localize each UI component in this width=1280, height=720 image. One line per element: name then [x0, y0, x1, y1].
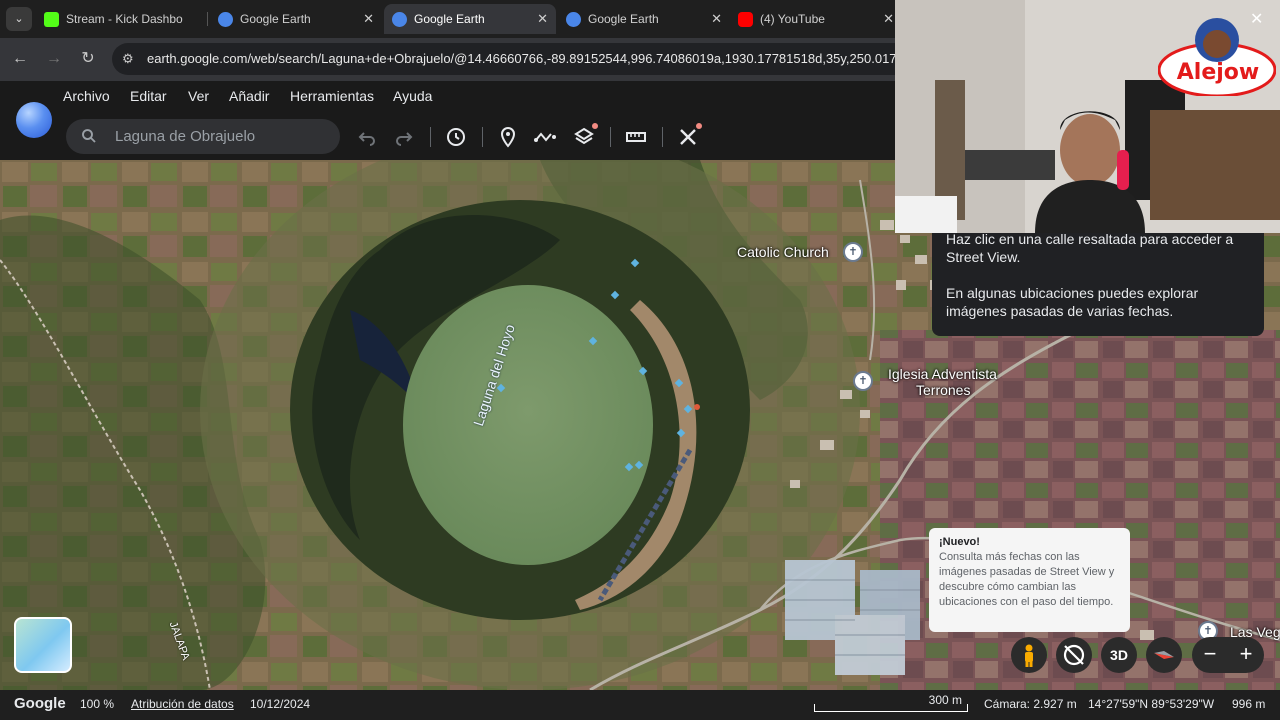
google-wordmark: Google — [14, 695, 66, 712]
toolbar-divider — [610, 127, 611, 147]
layers-icon[interactable] — [572, 125, 596, 149]
tab-title: Google Earth — [588, 12, 659, 26]
google-earth-logo-icon[interactable] — [16, 102, 52, 138]
url-text: earth.google.com/web/search/Laguna+de+Ob… — [147, 51, 904, 66]
elevation: 996 m — [1232, 697, 1266, 711]
disable-tilt-icon[interactable] — [1056, 637, 1092, 673]
tab-close-icon[interactable]: ✕ — [537, 4, 548, 34]
browser-tab[interactable]: Google Earth ✕ — [558, 4, 730, 34]
youtube-icon — [738, 12, 753, 27]
reload-icon[interactable]: ↻ — [77, 48, 99, 70]
scale-label: 300 m — [928, 693, 962, 707]
kick-icon — [44, 12, 59, 27]
screen: ⌄ Stream - Kick Dashbo Google Earth ✕ Go… — [0, 0, 1280, 720]
placemark-icon[interactable] — [496, 125, 520, 149]
menu-ayuda[interactable]: Ayuda — [393, 88, 432, 104]
search-input[interactable]: Laguna de Obrajuelo — [66, 119, 340, 154]
tab-close-icon[interactable]: ✕ — [883, 4, 894, 34]
imagery-date: 10/12/2024 — [250, 697, 311, 711]
zoom-in-button[interactable]: + — [1228, 637, 1264, 673]
church-pin-icon[interactable] — [843, 242, 863, 262]
menu-anadir[interactable]: Añadir — [229, 88, 269, 104]
map-style-thumbnail[interactable] — [14, 617, 72, 673]
streetview-tools-icon[interactable] — [676, 125, 700, 149]
pegman-icon[interactable] — [1011, 637, 1047, 673]
scale-bar: 300 m — [814, 690, 968, 712]
tab-search-button[interactable]: ⌄ — [6, 7, 32, 31]
browser-tab-active[interactable]: Google Earth ✕ — [384, 4, 556, 34]
forward-arrow-icon[interactable]: → — [43, 48, 65, 70]
menu-editar[interactable]: Editar — [130, 88, 167, 104]
tooltip-line: Haz clic en una calle resaltada para acc… — [946, 231, 1234, 265]
status-bar: Google 100 % Atribución de datos 10/12/2… — [0, 690, 1280, 720]
cursor-coordinates: 14°27'59"N 89°53'29"W — [1088, 697, 1215, 711]
menu-archivo[interactable]: Archivo — [63, 88, 110, 104]
tab-title: Stream - Kick Dashbo — [66, 12, 183, 26]
tab-close-icon[interactable]: ✕ — [363, 4, 374, 34]
undo-icon[interactable] — [355, 125, 379, 149]
menu-ver[interactable]: Ver — [188, 88, 209, 104]
new-feature-text: Consulta más fechas con las imágenes pas… — [939, 551, 1115, 608]
browser-tab[interactable]: Google Earth ✕ — [210, 4, 382, 34]
new-badge: ¡Nuevo! — [939, 536, 980, 548]
toggle-3d-button[interactable]: 3D — [1101, 637, 1137, 673]
data-attribution-link[interactable]: Atribución de datos — [131, 690, 234, 718]
camera-altitude: Cámara: 2.927 m — [984, 697, 1077, 711]
place-label-church[interactable]: Catolic Church — [737, 244, 829, 260]
tab-close-icon[interactable]: ✕ — [711, 4, 722, 34]
compass-icon[interactable] — [1146, 637, 1182, 673]
streetview-tooltip: Haz clic en una calle resaltada para acc… — [932, 222, 1264, 336]
ruler-icon[interactable] — [624, 125, 648, 149]
back-arrow-icon[interactable]: ← — [9, 48, 31, 70]
new-feature-tooltip: ¡Nuevo! Consulta más fechas con las imág… — [929, 528, 1130, 632]
search-icon — [82, 129, 96, 143]
menu-herramientas[interactable]: Herramientas — [290, 88, 374, 104]
tab-separator — [207, 12, 208, 26]
zoom-control: − + — [1192, 637, 1264, 673]
site-settings-icon[interactable]: ⚙ — [122, 51, 138, 67]
notification-dot — [696, 123, 702, 129]
toolbar-divider — [662, 127, 663, 147]
tab-title: Google Earth — [240, 12, 311, 26]
streamer-logo-text: Alejow — [1176, 60, 1260, 85]
church-pin-icon[interactable] — [853, 371, 873, 391]
tab-title: Google Earth — [414, 12, 485, 26]
close-window-icon[interactable]: ✕ — [1250, 9, 1263, 29]
path-icon[interactable] — [533, 125, 557, 149]
redo-icon[interactable] — [392, 125, 416, 149]
notification-dot — [592, 123, 598, 129]
history-icon[interactable] — [444, 125, 468, 149]
browser-tab[interactable]: Stream - Kick Dashbo — [36, 4, 208, 34]
place-label-terrones[interactable]: Terrones — [916, 382, 970, 398]
google-earth-icon — [566, 12, 581, 27]
zoom-out-button[interactable]: − — [1192, 637, 1228, 673]
google-earth-icon — [218, 12, 233, 27]
google-earth-icon — [392, 12, 407, 27]
browser-tab[interactable]: (4) YouTube ✕ — [730, 4, 902, 34]
tooltip-line: En algunas ubicaciones puedes explorar i… — [946, 285, 1199, 319]
tab-title: (4) YouTube — [760, 12, 825, 26]
toolbar-divider — [482, 127, 483, 147]
toolbar-divider — [430, 127, 431, 147]
place-label-iglesia[interactable]: Iglesia Adventista — [888, 366, 997, 382]
address-bar[interactable]: ⚙ earth.google.com/web/search/Laguna+de+… — [112, 43, 912, 75]
search-value: Laguna de Obrajuelo — [115, 128, 256, 145]
zoom-level: 100 % — [80, 697, 115, 711]
